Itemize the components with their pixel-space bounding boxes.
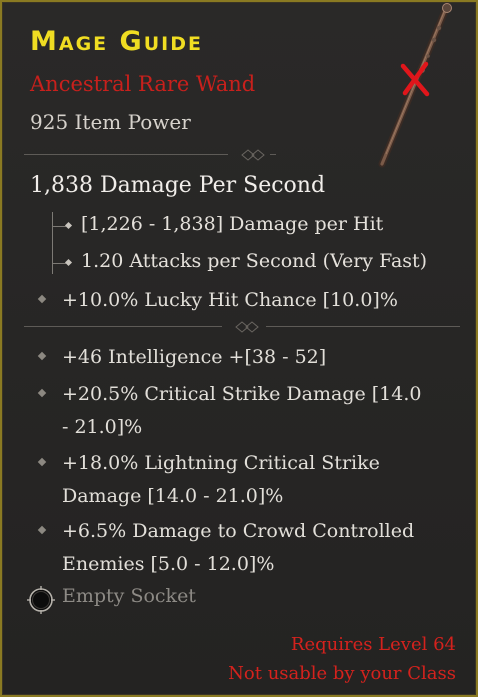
item-tooltip: Mage Guide Ancestral Rare Wand 925 Item … (0, 0, 478, 697)
affix-line: +18.0% Lightning Critical Strike (62, 452, 380, 474)
affix-bullet (37, 351, 47, 361)
affix-bullet (37, 388, 47, 398)
empty-socket-label: Empty Socket (62, 585, 196, 607)
affix-line: Damage [14.0 - 21.0]% (62, 485, 284, 507)
stat-tree-branch (52, 263, 66, 264)
affix-line: +20.5% Critical Strike Damage [14.0 (62, 383, 422, 405)
affix-crowd-controlled-damage: +6.5% Damage to Crowd Controlled Enemies… (62, 515, 457, 581)
affix-lightning-critical-strike-damage: +18.0% Lightning Critical Strike Damage … (62, 447, 457, 513)
item-subtype: Ancestral Rare Wand (30, 72, 256, 96)
damage-per-hit: [1,226 - 1,838] Damage per Hit (81, 213, 384, 235)
affix-line: +6.5% Damage to Crowd Controlled (62, 520, 415, 542)
affix-bullet (37, 457, 47, 467)
level-requirement: Requires Level 64 (290, 634, 456, 655)
stat-bullet (64, 221, 73, 230)
attacks-per-second: 1.20 Attacks per Second (Very Fast) (81, 250, 428, 272)
item-power: 925 Item Power (30, 110, 191, 134)
item-title: Mage Guide (30, 26, 203, 57)
damage-per-second: 1,838 Damage Per Second (30, 173, 326, 198)
affix-intelligence: +46 Intelligence +[38 - 52] (62, 346, 327, 368)
empty-socket-icon (27, 586, 55, 614)
affix-line: Enemies [5.0 - 12.0]% (62, 553, 275, 575)
class-requirement: Not usable by your Class (228, 663, 456, 684)
divider (24, 148, 460, 162)
red-x-icon (400, 61, 430, 97)
implicit-bullet (37, 294, 47, 304)
affix-bullet (37, 525, 47, 535)
stat-tree-branch (52, 226, 66, 227)
stat-tree-connector (52, 212, 53, 274)
affix-line: - 21.0]% (62, 416, 143, 438)
affix-critical-strike-damage: +20.5% Critical Strike Damage [14.0 - 21… (62, 378, 457, 444)
divider (24, 320, 460, 334)
implicit-affix: +10.0% Lucky Hit Chance [10.0]% (62, 289, 398, 311)
stat-bullet (64, 258, 73, 267)
